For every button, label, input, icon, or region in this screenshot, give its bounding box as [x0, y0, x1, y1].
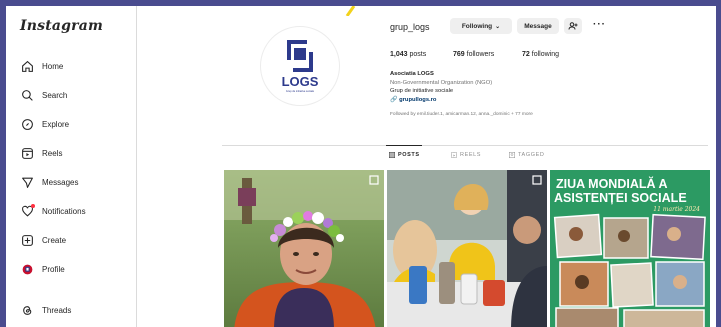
- tab-posts[interactable]: POSTS: [389, 152, 420, 158]
- tab-tagged[interactable]: TAGGED: [509, 152, 544, 158]
- post-photo-children-painting: [387, 170, 547, 327]
- bio-category: Non-Governmental Organization (NGO): [390, 80, 493, 86]
- search-icon: [20, 88, 34, 102]
- sidebar-item-label: Threads: [42, 305, 72, 315]
- sidebar-item-messages[interactable]: Messages: [20, 172, 78, 192]
- profile-avatar[interactable]: LOGS Grup de initiative sociale: [260, 26, 340, 106]
- suggested-users-button[interactable]: [564, 18, 582, 34]
- post-title-line2: ASISTENȚEI SOCIALE: [554, 191, 687, 205]
- sidebar-item-label: Messages: [42, 177, 79, 187]
- sidebar-item-create[interactable]: Create: [20, 230, 66, 250]
- profile-username: grup_logs: [390, 22, 430, 32]
- photo-collage: [553, 213, 706, 327]
- post-thumbnail[interactable]: [387, 170, 547, 327]
- sidebar-item-home[interactable]: Home: [20, 56, 63, 76]
- sidebar-item-notifications[interactable]: Notifications: [20, 201, 86, 221]
- chevron-down-icon: ⌄: [495, 23, 501, 30]
- stat-posts: 1,043 posts: [390, 51, 427, 58]
- stat-followers[interactable]: 769 followers: [453, 51, 494, 58]
- instagram-window: Instagram Home Search Explore Reels Mess…: [6, 6, 716, 327]
- tabs-divider: [222, 145, 708, 146]
- followed-by-text[interactable]: Followed by emil.tiuder.1, amicarman.12,…: [390, 112, 533, 117]
- logs-logo-icon: LOGS Grup de initiative sociale: [282, 40, 319, 93]
- tab-reels[interactable]: REELS: [451, 152, 481, 158]
- notification-dot: [31, 204, 35, 208]
- link-icon: 🔗: [390, 97, 398, 103]
- sidebar-item-explore[interactable]: Explore: [20, 114, 69, 134]
- sidebar-item-profile[interactable]: Profile: [20, 259, 65, 279]
- reels-icon: [451, 152, 457, 158]
- avatar-logo-subtext: Grup de initiative sociale: [286, 89, 315, 93]
- sidebar: Instagram Home Search Explore Reels Mess…: [6, 6, 137, 327]
- plus-square-icon: [20, 233, 34, 247]
- sidebar-item-search[interactable]: Search: [20, 85, 67, 105]
- post-photo-woman-flower-crown: [224, 170, 384, 327]
- post-thumbnail[interactable]: ZIUA MONDIALĂ A ASISTENȚEI SOCIALE 11 ma…: [550, 170, 710, 327]
- sidebar-item-threads[interactable]: Threads: [20, 300, 71, 320]
- bio-website-link[interactable]: 🔗 grupullogs.ro: [390, 96, 436, 103]
- stat-following[interactable]: 72 following: [522, 51, 559, 58]
- instagram-logo[interactable]: Instagram: [20, 18, 103, 34]
- post-date: 11 martie 2024: [653, 206, 700, 213]
- following-button[interactable]: Following ⌄: [450, 18, 512, 34]
- grid-icon: [389, 152, 395, 158]
- post-thumbnail[interactable]: [224, 170, 384, 327]
- profile-avatar-icon: [20, 262, 34, 276]
- sidebar-item-label: Explore: [42, 119, 70, 129]
- more-options-icon[interactable]: ···: [593, 19, 606, 30]
- active-tab-indicator: [386, 145, 422, 146]
- yellow-annotation-mark: [345, 6, 356, 16]
- sidebar-item-label: Notifications: [42, 206, 86, 216]
- threads-icon: [20, 303, 34, 317]
- post-graphic-social-work-day: ZIUA MONDIALĂ A ASISTENȚEI SOCIALE 11 ma…: [550, 170, 710, 327]
- sidebar-item-label: Search: [42, 90, 68, 100]
- sidebar-item-label: Home: [42, 61, 64, 71]
- compass-icon: [20, 117, 34, 131]
- avatar-logo-text: LOGS: [282, 74, 319, 89]
- sidebar-item-label: Reels: [42, 148, 63, 158]
- bio-name: Asociatia LOGS: [390, 71, 434, 77]
- sidebar-item-reels[interactable]: Reels: [20, 143, 62, 163]
- sidebar-item-label: Profile: [42, 264, 65, 274]
- add-person-icon: [568, 22, 578, 30]
- reels-icon: [20, 146, 34, 160]
- message-button[interactable]: Message: [517, 18, 559, 34]
- tag-icon: [509, 152, 515, 158]
- messenger-icon: [20, 175, 34, 189]
- home-icon: [20, 59, 34, 73]
- bio-description: Grup de initiative sociale: [390, 88, 454, 94]
- sidebar-item-label: Create: [42, 235, 67, 245]
- heart-icon: [20, 204, 35, 218]
- post-title-line1: ZIUA MONDIALĂ A: [556, 176, 668, 191]
- following-button-label: Following: [461, 22, 493, 30]
